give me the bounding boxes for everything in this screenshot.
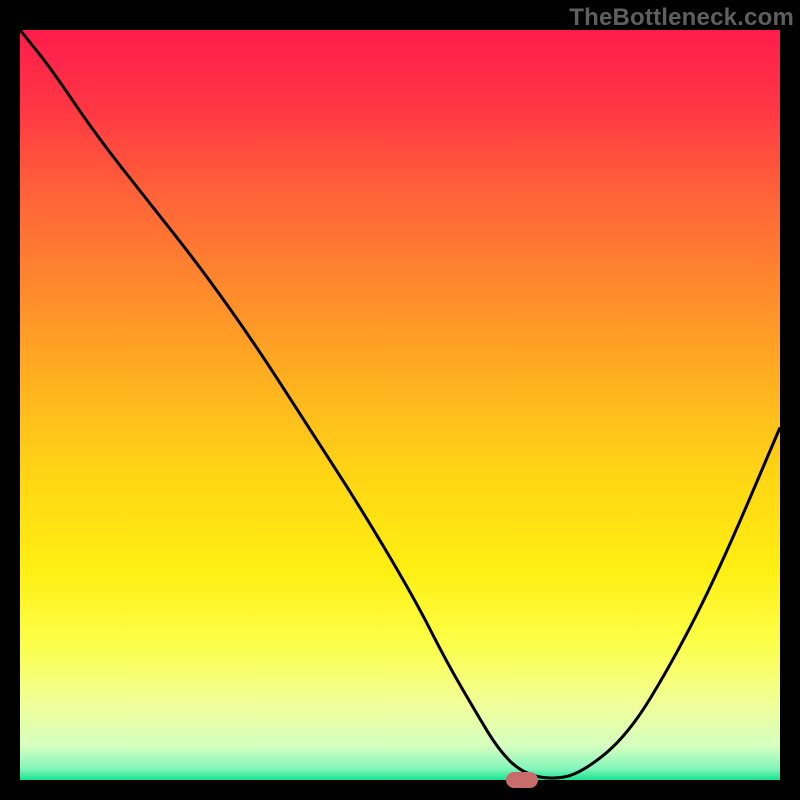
optimal-marker: [506, 772, 538, 789]
chart-frame: TheBottleneck.com: [0, 0, 800, 800]
gradient-rect: [20, 30, 780, 780]
plot-area: [20, 30, 780, 780]
watermark-text: TheBottleneck.com: [569, 4, 794, 32]
chart-svg: [20, 30, 780, 780]
